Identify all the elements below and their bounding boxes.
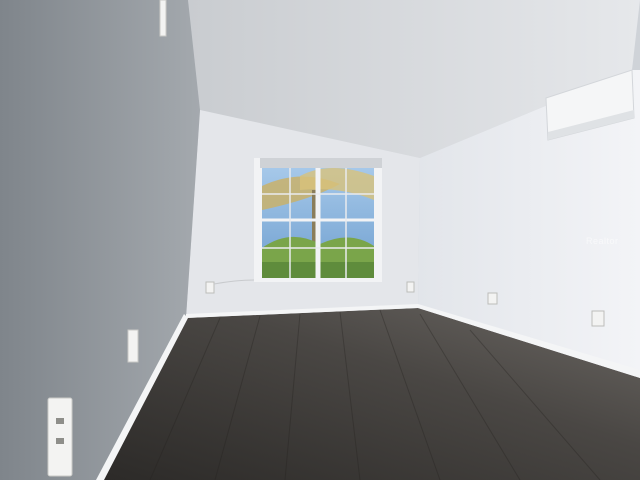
outlet-right-wall-2 — [591, 310, 605, 327]
watermark: Realtor — [586, 236, 619, 246]
outlet-back-wall-left — [205, 281, 215, 294]
light-switch — [127, 329, 139, 363]
window — [254, 158, 382, 282]
outlet-left-wall — [47, 397, 73, 477]
outlet-right-wall-1 — [487, 292, 498, 305]
outlet-back-wall-right — [406, 281, 415, 293]
thermostat-top — [159, 0, 167, 37]
empty-room-photo — [0, 0, 640, 480]
